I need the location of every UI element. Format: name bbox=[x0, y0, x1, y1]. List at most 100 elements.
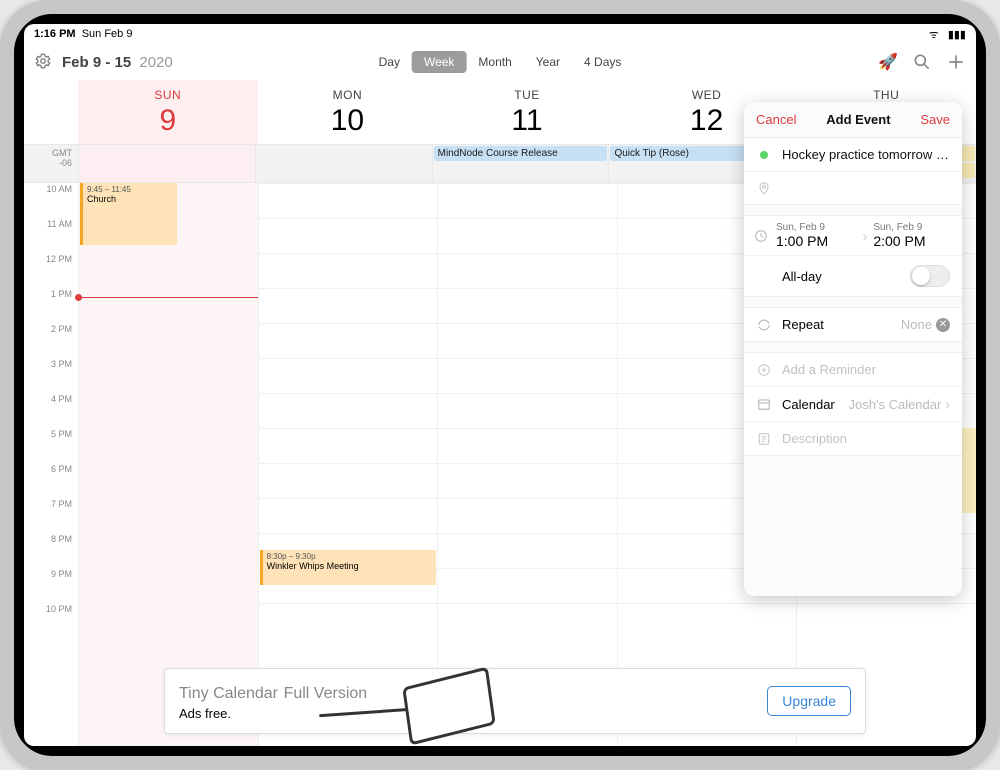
tz-label: GMT -06 bbox=[24, 145, 78, 182]
view-month[interactable]: Month bbox=[466, 51, 523, 73]
clock-icon bbox=[754, 229, 770, 243]
ipad-bezel: 1:16 PM Sun Feb 9 ᯤ ▮▮▮ Feb 9 - 15 2020 … bbox=[14, 14, 986, 756]
chevron-right-icon: › bbox=[945, 396, 950, 412]
dow-label: WED bbox=[617, 88, 797, 102]
tz-offset: -06 bbox=[59, 158, 72, 168]
now-indicator bbox=[79, 297, 258, 298]
event-title-row[interactable]: Hockey practice tomorrow at 9:… bbox=[744, 138, 962, 171]
upgrade-button[interactable]: Upgrade bbox=[767, 686, 851, 716]
wifi-icon: ᯤ bbox=[929, 29, 939, 41]
status-bar: 1:16 PM Sun Feb 9 ᯤ ▮▮▮ bbox=[24, 24, 976, 44]
calendar-value: Josh's Calendar bbox=[849, 397, 942, 412]
hour-label: 4 PM bbox=[24, 393, 78, 428]
repeat-value: None bbox=[901, 317, 932, 332]
hour-label: 9 PM bbox=[24, 568, 78, 603]
save-button[interactable]: Save bbox=[920, 112, 950, 127]
ipad-frame: 1:16 PM Sun Feb 9 ᯤ ▮▮▮ Feb 9 - 15 2020 … bbox=[0, 0, 1000, 770]
allday-tue[interactable]: MindNode Course Release bbox=[432, 145, 609, 182]
reminder-label: Add a Reminder bbox=[782, 362, 876, 377]
end-day-label: Sun, Feb 9 bbox=[873, 222, 954, 233]
event-title-input[interactable]: Hockey practice tomorrow at 9:… bbox=[782, 147, 950, 162]
hour-label: 6 PM bbox=[24, 463, 78, 498]
status-left: 1:16 PM Sun Feb 9 bbox=[34, 28, 132, 40]
date-range[interactable]: Feb 9 - 15 2020 bbox=[62, 54, 173, 71]
ad-title-main: Tiny Calendar bbox=[179, 685, 278, 702]
allday-label: All-day bbox=[782, 269, 822, 284]
description-label: Description bbox=[782, 431, 847, 446]
note-icon bbox=[756, 432, 772, 446]
gear-icon[interactable] bbox=[34, 52, 54, 72]
description-row[interactable]: Description bbox=[744, 421, 962, 455]
calendar-row[interactable]: Calendar Josh's Calendar › bbox=[744, 386, 962, 421]
day-col-tue[interactable]: TUE 11 bbox=[437, 80, 617, 144]
start-day-label: Sun, Feb 9 bbox=[776, 222, 857, 233]
hour-label: 12 PM bbox=[24, 253, 78, 288]
plus-circle-icon bbox=[756, 363, 772, 377]
dow-label: SUN bbox=[78, 88, 258, 102]
add-event-popover: Cancel Add Event Save Hockey practice to… bbox=[744, 102, 962, 596]
chevron-right-icon: › bbox=[863, 228, 868, 244]
time-row[interactable]: Sun, Feb 9 1:00 PM › Sun, Feb 9 2:00 PM bbox=[744, 216, 962, 255]
hour-labels: 10 AM 11 AM 12 PM 1 PM 2 PM 3 PM 4 PM 5 … bbox=[24, 183, 78, 746]
allday-toggle[interactable] bbox=[910, 265, 950, 287]
time-gutter-header bbox=[24, 80, 78, 144]
grid-col-tue[interactable] bbox=[437, 183, 617, 746]
search-icon[interactable] bbox=[912, 52, 932, 72]
view-week[interactable]: Week bbox=[412, 51, 466, 73]
hour-label: 3 PM bbox=[24, 358, 78, 393]
end-time[interactable]: Sun, Feb 9 2:00 PM bbox=[873, 222, 954, 249]
calendar-label: Calendar bbox=[782, 397, 835, 412]
ad-title-sub: Full Version bbox=[284, 685, 368, 702]
ad-illustration bbox=[379, 675, 499, 727]
popover-header: Cancel Add Event Save bbox=[744, 102, 962, 137]
calendar-icon bbox=[756, 397, 772, 411]
repeat-row[interactable]: Repeat None ✕ bbox=[744, 308, 962, 341]
dow-label: TUE bbox=[437, 88, 617, 102]
hour-label: 7 PM bbox=[24, 498, 78, 533]
all-day-row[interactable]: All-day bbox=[744, 255, 962, 296]
status-right: ᯤ ▮▮▮ bbox=[923, 27, 966, 42]
cancel-button[interactable]: Cancel bbox=[756, 112, 796, 127]
repeat-icon bbox=[756, 318, 772, 332]
dom-label: 10 bbox=[258, 104, 438, 138]
rocket-icon[interactable]: 🚀 bbox=[878, 52, 898, 72]
date-range-text: Feb 9 - 15 bbox=[62, 54, 131, 71]
view-day[interactable]: Day bbox=[367, 51, 412, 73]
view-switcher: Day Week Month Year 4 Days bbox=[367, 51, 634, 73]
dow-label: THU bbox=[796, 88, 976, 102]
hour-label: 10 AM bbox=[24, 183, 78, 218]
day-col-sun[interactable]: SUN 9 bbox=[78, 80, 258, 144]
status-date: Sun Feb 9 bbox=[82, 28, 133, 40]
dom-label: 11 bbox=[437, 104, 617, 138]
day-col-mon[interactable]: MON 10 bbox=[258, 80, 438, 144]
reminder-row[interactable]: Add a Reminder bbox=[744, 353, 962, 386]
dom-label: 9 bbox=[78, 104, 258, 138]
allday-event[interactable]: MindNode Course Release bbox=[434, 146, 608, 161]
repeat-label: Repeat bbox=[782, 317, 824, 332]
popover-title: Add Event bbox=[826, 112, 890, 127]
event-time: 8:30p – 9:30p bbox=[267, 552, 433, 561]
hour-label: 5 PM bbox=[24, 428, 78, 463]
grid-col-sun[interactable]: 9:45 – 11:45 Church bbox=[78, 183, 258, 746]
clear-icon[interactable]: ✕ bbox=[936, 318, 950, 332]
end-time-label: 2:00 PM bbox=[873, 233, 954, 249]
add-icon[interactable] bbox=[946, 52, 966, 72]
hour-label: 11 AM bbox=[24, 218, 78, 253]
tz-name: GMT bbox=[52, 148, 72, 158]
battery-icon: ▮▮▮ bbox=[948, 29, 966, 41]
allday-mon[interactable] bbox=[255, 145, 432, 182]
start-time[interactable]: Sun, Feb 9 1:00 PM bbox=[776, 222, 857, 249]
dow-label: MON bbox=[258, 88, 438, 102]
grid-col-mon[interactable]: 8:30p – 9:30p Winkler Whips Meeting bbox=[258, 183, 438, 746]
view-4days[interactable]: 4 Days bbox=[572, 51, 633, 73]
event-location-row[interactable] bbox=[744, 171, 962, 204]
calendar-color-dot bbox=[756, 151, 772, 159]
allday-sun[interactable] bbox=[78, 145, 255, 182]
view-year[interactable]: Year bbox=[524, 51, 572, 73]
event-whips[interactable]: 8:30p – 9:30p Winkler Whips Meeting bbox=[260, 550, 437, 585]
event-time: 9:45 – 11:45 bbox=[87, 185, 173, 194]
ad-title: Tiny Calendar Full Version bbox=[179, 681, 367, 704]
upgrade-banner: Tiny Calendar Full Version Ads free. Upg… bbox=[164, 668, 866, 734]
event-church[interactable]: 9:45 – 11:45 Church bbox=[80, 183, 177, 245]
screen: 1:16 PM Sun Feb 9 ᯤ ▮▮▮ Feb 9 - 15 2020 … bbox=[24, 24, 976, 746]
